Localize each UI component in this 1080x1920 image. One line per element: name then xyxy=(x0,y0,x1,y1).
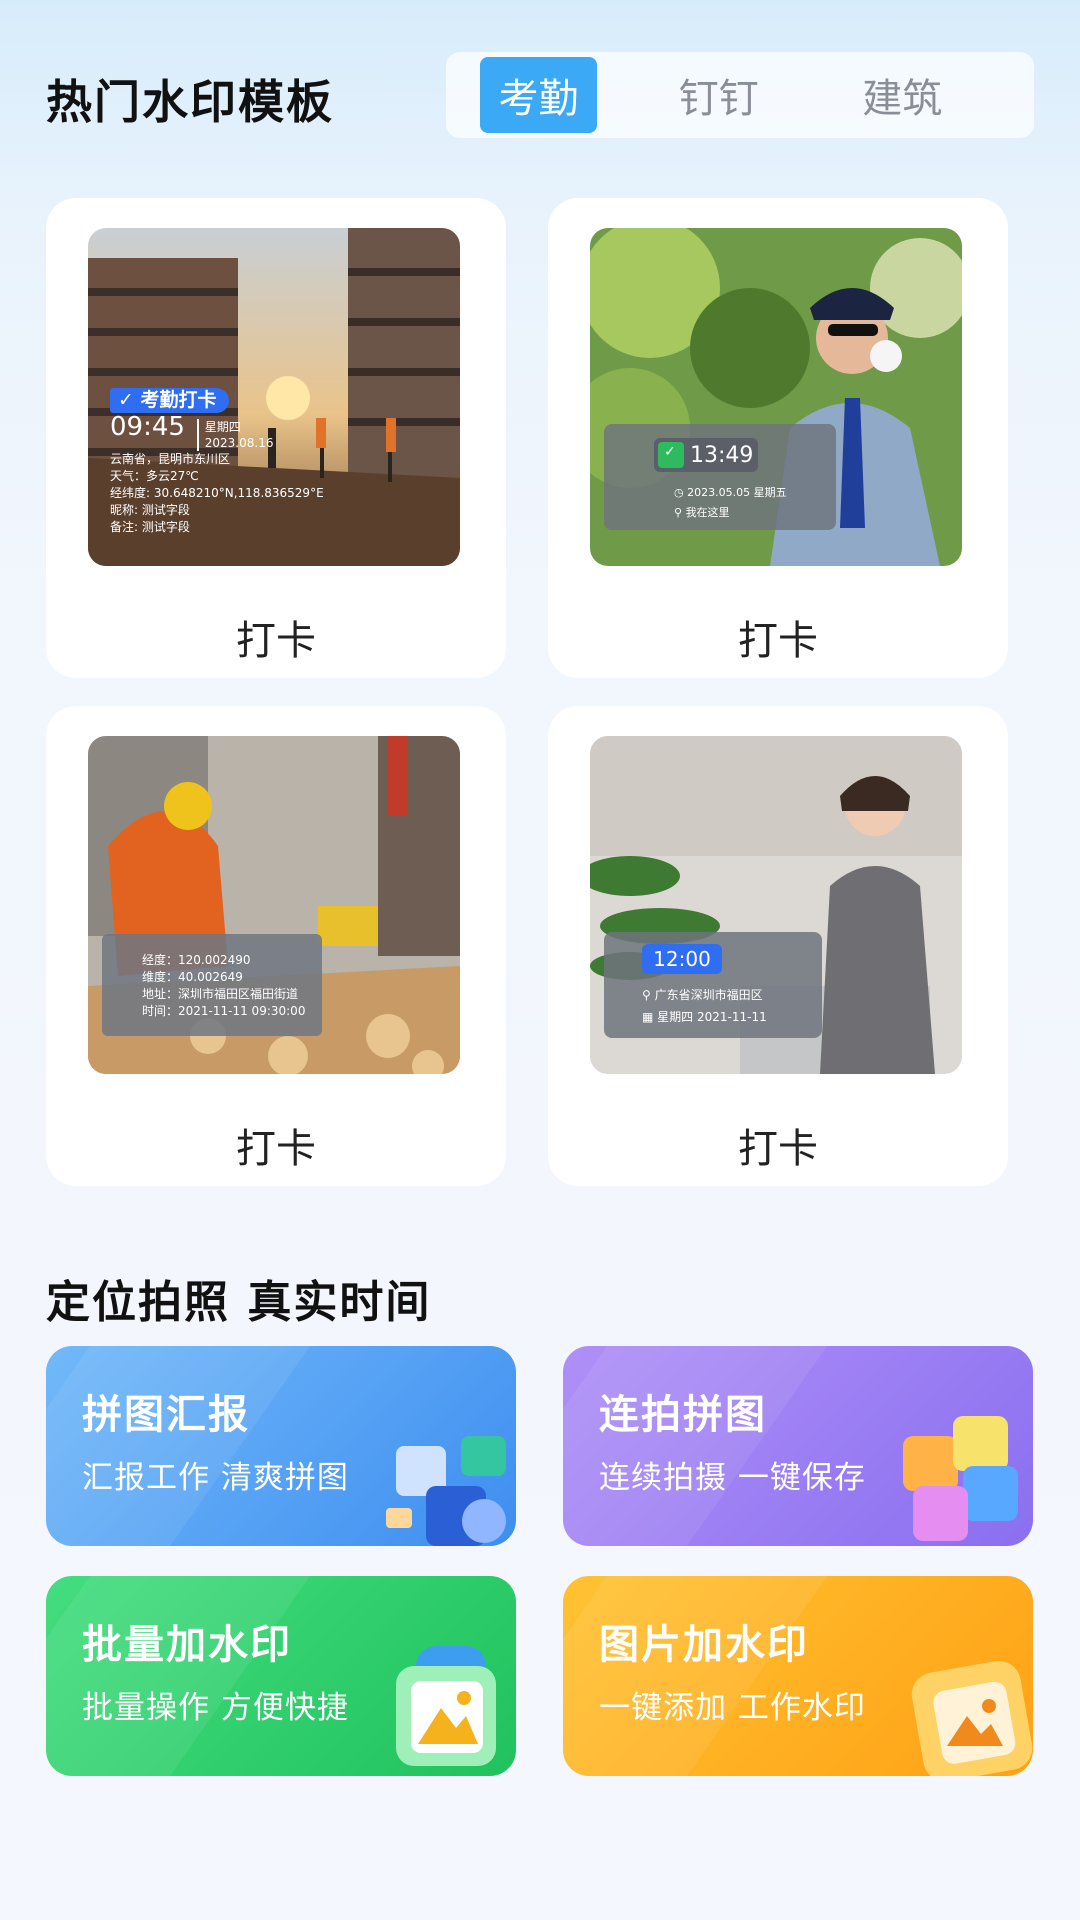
template-label: 打卡 xyxy=(738,1126,818,1172)
watermark-line: 昵称: 测试字段 xyxy=(110,503,190,517)
watermark-line: 维度：40.002649 xyxy=(142,970,243,984)
feature-subtitle: 连续拍摄 一键保存 xyxy=(599,1460,866,1496)
watermark-line: 时间：2021-11-11 09:30:00 xyxy=(142,1004,306,1018)
watermark-line: 天气：多云27℃ xyxy=(110,469,199,483)
feature-title: 图片加水印 xyxy=(599,1622,809,1668)
watermark-time: 13:49 xyxy=(690,442,754,468)
watermark-gps: 经度：120.002490 维度：40.002649 地址：深圳市福田区福田街道… xyxy=(102,934,322,1036)
watermark-time: 09:45 xyxy=(110,412,185,442)
page-title: 热门水印模板 xyxy=(46,75,334,129)
watermark-dingtalk: 13:49 ◷ 2023.05.05 星期五 ⚲ 我在这里 xyxy=(604,424,836,530)
feature-title: 批量加水印 xyxy=(82,1622,292,1668)
watermark-line: 备注: 测试字段 xyxy=(110,520,190,534)
feature-subtitle: 汇报工作 清爽拼图 xyxy=(82,1460,349,1496)
jigsaw-icon xyxy=(903,1416,1018,1541)
watermark-location-time: 12:00 ⚲ 广东省深圳市福田区 ▦ 星期四 2021-11-11 xyxy=(604,932,822,1038)
watermark-weekday: 星期四 xyxy=(204,420,241,434)
category-tabs: 考勤 钉钉 建筑 xyxy=(446,52,1034,138)
template-preview-office: 12:00 ⚲ 广东省深圳市福田区 ▦ 星期四 2021-11-11 xyxy=(590,736,962,1074)
watermark-line: 地址：深圳市福田区福田街道 xyxy=(142,987,299,1001)
template-card-2[interactable]: 13:49 ◷ 2023.05.05 星期五 ⚲ 我在这里 打卡 xyxy=(548,198,1008,678)
template-card-1[interactable]: ✓ 考勤打卡 09:45 星期四 2023.08.16 云南省，昆明市东川区 天… xyxy=(46,198,506,678)
attendance-badge: ✓ 考勤打卡 xyxy=(110,388,229,413)
burst-puzzle-button[interactable]: 连拍拼图 连续拍摄 一键保存 xyxy=(563,1346,1033,1546)
image-icon xyxy=(911,1660,1033,1776)
template-preview-construction: ✓ 考勤打卡 09:45 星期四 2023.08.16 云南省，昆明市东川区 天… xyxy=(88,228,460,566)
image-watermark-button[interactable]: 图片加水印 一键添加 工作水印 xyxy=(563,1576,1033,1776)
template-label: 打卡 xyxy=(236,618,316,664)
section-title: 定位拍照 真实时间 xyxy=(46,1277,432,1328)
feature-title: 连拍拼图 xyxy=(599,1392,767,1438)
template-label: 打卡 xyxy=(236,1126,316,1172)
template-preview-guard: 13:49 ◷ 2023.05.05 星期五 ⚲ 我在这里 xyxy=(590,228,962,566)
calendar-check-icon xyxy=(658,442,684,468)
puzzle-report-button[interactable]: 拼图汇报 汇报工作 清爽拼图 xyxy=(46,1346,516,1546)
watermark-date: 2023.08.16 xyxy=(204,436,274,450)
template-card-4[interactable]: 12:00 ⚲ 广东省深圳市福田区 ▦ 星期四 2021-11-11 打卡 xyxy=(548,706,1008,1186)
template-label: 打卡 xyxy=(738,618,818,664)
watermark-date: ◷ 2023.05.05 星期五 xyxy=(674,486,787,499)
feature-subtitle: 批量操作 方便快捷 xyxy=(82,1690,349,1726)
tab-dingtalk[interactable]: 钉钉 xyxy=(637,57,800,133)
tab-attendance[interactable]: 考勤 xyxy=(480,57,598,133)
feature-subtitle: 一键添加 工作水印 xyxy=(599,1690,866,1726)
batch-watermark-button[interactable]: 批量加水印 批量操作 方便快捷 xyxy=(46,1576,516,1776)
watermark-date: ▦ 星期四 2021-11-11 xyxy=(642,1010,767,1024)
tab-construction[interactable]: 建筑 xyxy=(821,57,984,133)
image-stack-icon xyxy=(396,1646,496,1766)
puzzle-icon xyxy=(386,1436,506,1546)
watermark-location: ⚲ 我在这里 xyxy=(674,506,730,519)
watermark-time: 12:00 xyxy=(642,944,722,974)
watermark-attendance: ✓ 考勤打卡 09:45 星期四 2023.08.16 云南省，昆明市东川区 天… xyxy=(110,388,324,536)
watermark-line: 云南省，昆明市东川区 xyxy=(110,452,231,466)
template-preview-street: 经度：120.002490 维度：40.002649 地址：深圳市福田区福田街道… xyxy=(88,736,460,1074)
watermark-line: 经度：120.002490 xyxy=(142,953,251,967)
template-card-3[interactable]: 经度：120.002490 维度：40.002649 地址：深圳市福田区福田街道… xyxy=(46,706,506,1186)
watermark-location: ⚲ 广东省深圳市福田区 xyxy=(642,988,763,1002)
watermark-line: 经纬度: 30.648210°N,118.836529°E xyxy=(110,486,324,500)
feature-title: 拼图汇报 xyxy=(82,1392,250,1438)
